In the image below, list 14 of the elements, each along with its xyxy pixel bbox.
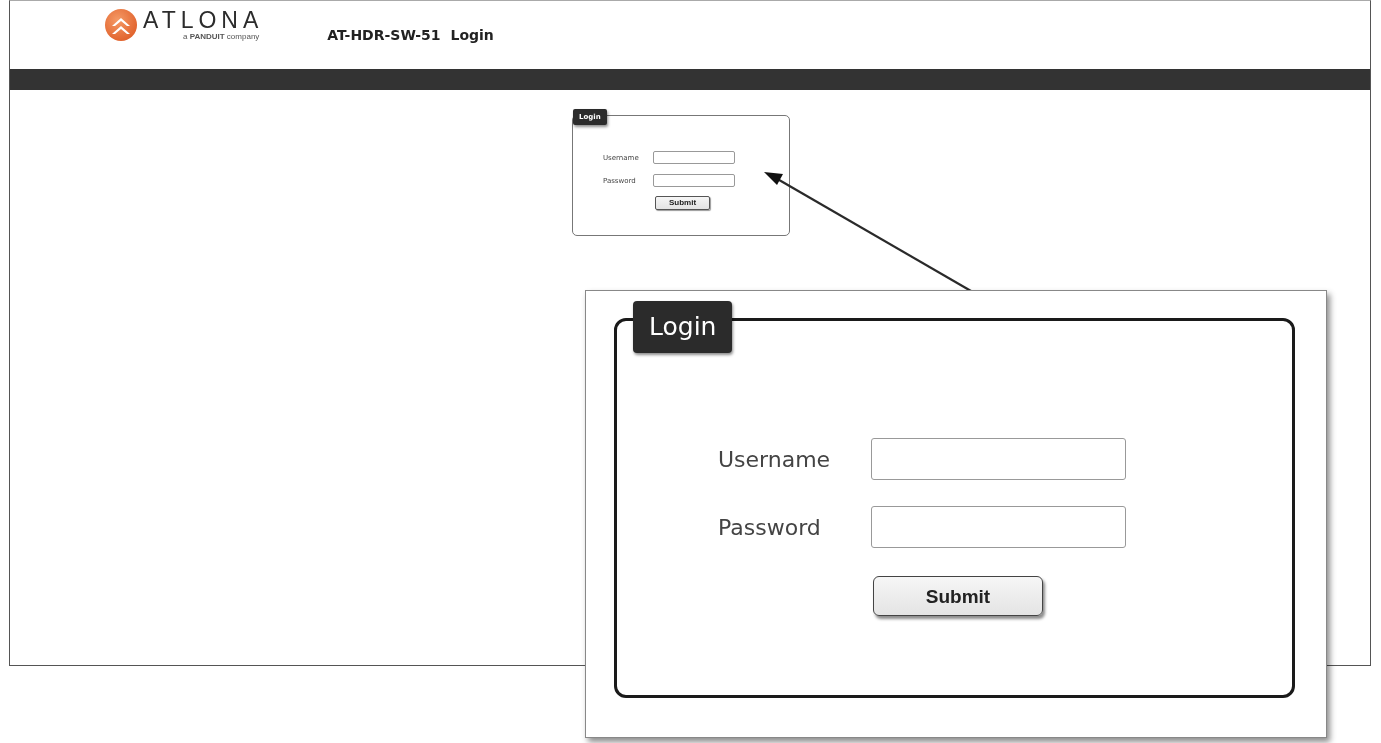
page-title: Login xyxy=(450,27,494,43)
input-field[interactable] xyxy=(871,506,1126,548)
field-label: Password xyxy=(718,514,822,540)
brand-wordmark: ATLONA xyxy=(143,8,264,32)
submit-button[interactable]: Submit xyxy=(873,576,1043,616)
panel-title: Login xyxy=(633,301,733,353)
input-field[interactable] xyxy=(653,151,735,164)
input-field[interactable] xyxy=(653,174,735,187)
device-name: AT-HDR-SW-51 xyxy=(327,27,441,43)
field-label: Username xyxy=(718,446,832,472)
logo-icon xyxy=(105,9,137,41)
submit-button[interactable]: Submit xyxy=(655,196,710,210)
brand-tagline: a PANDUIT company xyxy=(183,32,260,42)
input-field[interactable] xyxy=(871,438,1126,480)
